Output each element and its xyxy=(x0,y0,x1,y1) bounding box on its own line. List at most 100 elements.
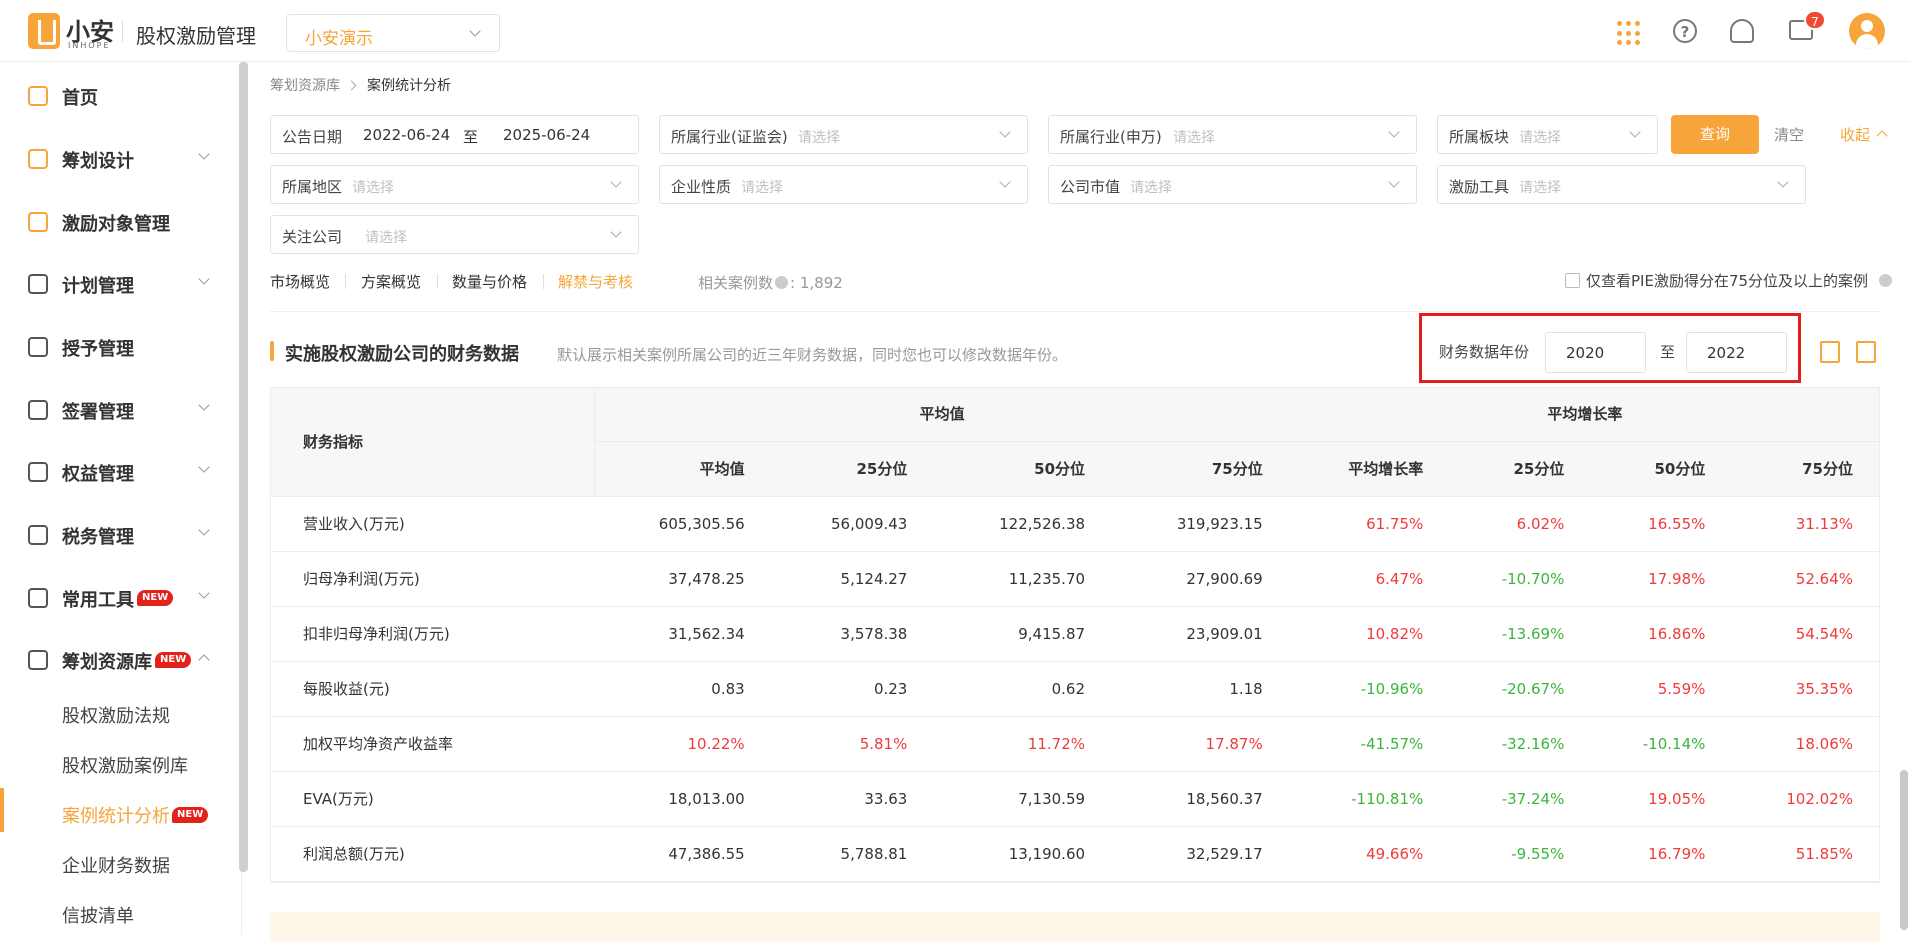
value-cell: -41.57% xyxy=(1289,716,1451,772)
sidebar-item-planning-design[interactable]: 筹划设计 xyxy=(0,131,236,187)
breadcrumb-parent[interactable]: 筹划资源库 xyxy=(270,78,340,94)
help-icon[interactable]: ? xyxy=(1673,19,1697,43)
value-cell: 10.22% xyxy=(594,716,772,772)
column-header: 25分位 xyxy=(771,441,935,497)
chevron-down-icon xyxy=(999,126,1011,138)
sw-industry-label: 所属行业(申万) xyxy=(1060,128,1162,146)
tab-plan-overview[interactable]: 方案概览 xyxy=(361,271,421,292)
value-cell: 605,305.56 xyxy=(594,496,772,552)
tax-icon xyxy=(28,525,48,545)
value-cell: 23,909.01 xyxy=(1112,606,1290,662)
sidebar-subitem-case-statistics[interactable]: 案例统计分析 xyxy=(62,802,170,828)
market-cap-select[interactable]: 公司市值 请选择 xyxy=(1048,165,1417,204)
year-to-input[interactable]: 2022 xyxy=(1686,332,1787,373)
clear-button[interactable]: 清空 xyxy=(1774,124,1804,145)
tab-market-overview[interactable]: 市场概览 xyxy=(270,271,330,292)
value-cell: 102.02% xyxy=(1732,771,1880,827)
sidebar-item-equity-management[interactable]: 权益管理 xyxy=(0,444,236,500)
apps-grid-icon[interactable] xyxy=(1617,21,1643,47)
customer-service-icon[interactable] xyxy=(1730,19,1754,43)
csrc-industry-label: 所属行业(证监会) xyxy=(671,128,788,146)
value-cell: 47,386.55 xyxy=(594,826,772,882)
sidebar-item-home[interactable]: 首页 xyxy=(0,68,236,124)
sidebar-item-common-tools[interactable]: 常用工具 NEW xyxy=(0,570,236,626)
chevron-down-icon xyxy=(1777,176,1789,188)
date-to-input[interactable]: 2025-06-24 xyxy=(503,126,590,144)
sidebar-subitem-financial-data[interactable]: 企业财务数据 xyxy=(62,852,170,878)
follow-company-select[interactable]: 关注公司 请选择 xyxy=(270,215,639,254)
toolbox-icon xyxy=(28,588,48,608)
value-cell: 16.79% xyxy=(1591,826,1733,882)
export-excel-icon[interactable] xyxy=(1820,341,1840,363)
value-cell: 54.54% xyxy=(1732,606,1880,662)
value-cell: 56,009.43 xyxy=(771,496,935,552)
logo-icon xyxy=(28,13,60,49)
metric-cell: 扣非归母净利润(万元) xyxy=(270,606,594,662)
market-cap-placeholder: 请选择 xyxy=(1130,180,1172,196)
tab-unlock-assessment[interactable]: 解禁与考核 xyxy=(558,271,633,292)
table-row: 利润总额(万元) 47,386.55 5,788.81 13,190.60 32,529… xyxy=(270,826,1880,882)
value-cell: 37,478.25 xyxy=(594,551,772,607)
sidebar-subitem-disclosure-list[interactable]: 信披清单 xyxy=(62,902,134,928)
value-cell: 0.23 xyxy=(771,661,935,717)
column-header: 平均增长率 xyxy=(1289,441,1451,497)
nature-select[interactable]: 企业性质 请选择 xyxy=(659,165,1028,204)
column-header: 25分位 xyxy=(1450,441,1592,497)
sw-industry-select[interactable]: 所属行业(申万) 请选择 xyxy=(1048,115,1417,154)
date-range-field[interactable]: 公告日期 2022-06-24 至 2025-06-24 xyxy=(270,115,639,154)
sidebar-subitem-regulations[interactable]: 股权激励法规 xyxy=(62,702,170,728)
page-scrollbar[interactable] xyxy=(1900,770,1908,930)
case-count-label: 相关案例数 xyxy=(698,274,774,292)
divider xyxy=(122,20,123,42)
query-button[interactable]: 查询 xyxy=(1671,115,1759,154)
value-cell: -37.24% xyxy=(1450,771,1592,827)
value-cell: 5.81% xyxy=(771,716,935,772)
year-from-input[interactable]: 2020 xyxy=(1545,332,1646,373)
sidebar-item-sign-management[interactable]: 签署管理 xyxy=(0,382,236,438)
value-cell: 11.72% xyxy=(934,716,1113,772)
value-cell: 13,190.60 xyxy=(934,826,1113,882)
company-select[interactable]: 小安演示 xyxy=(286,14,500,52)
board-select[interactable]: 所属板块 请选择 xyxy=(1437,115,1658,154)
sidebar-item-resource-library[interactable]: 筹划资源库 NEW xyxy=(0,632,236,688)
pie-filter-option[interactable]: 仅查看PIE激励得分在75分位及以上的案例 xyxy=(1565,270,1894,291)
chevron-down-icon xyxy=(198,461,210,473)
region-select[interactable]: 所属地区 请选择 xyxy=(270,165,639,204)
sidebar-item-label: 计划管理 xyxy=(62,276,134,297)
chevron-down-icon xyxy=(198,273,210,285)
chevron-down-icon xyxy=(610,226,622,238)
export-image-icon[interactable] xyxy=(1856,341,1876,363)
value-cell: 3,578.38 xyxy=(771,606,935,662)
chevron-right-icon xyxy=(346,80,357,91)
collapse-toggle[interactable]: 收起 xyxy=(1840,124,1888,145)
sidebar-scrollbar[interactable] xyxy=(239,62,248,872)
value-cell: -10.96% xyxy=(1289,661,1451,717)
section-description: 默认展示相关案例所属公司的近三年财务数据，同时您也可以修改数据年份。 xyxy=(557,346,1068,364)
value-cell: -10.70% xyxy=(1450,551,1592,607)
sidebar-item-incentive-targets[interactable]: 激励对象管理 xyxy=(0,194,236,250)
sidebar-item-grant-management[interactable]: 授予管理 xyxy=(0,319,236,375)
value-cell: 5,788.81 xyxy=(771,826,935,882)
tool-select[interactable]: 激励工具 请选择 xyxy=(1437,165,1806,204)
chevron-down-icon xyxy=(198,587,210,599)
sidebar-item-tax-management[interactable]: 税务管理 xyxy=(0,507,236,563)
chevron-up-icon xyxy=(198,654,210,666)
avatar[interactable] xyxy=(1849,13,1885,49)
csrc-industry-select[interactable]: 所属行业(证监会) 请选择 xyxy=(659,115,1028,154)
pie-filter-checkbox[interactable] xyxy=(1565,273,1580,288)
tab-quantity-price[interactable]: 数量与价格 xyxy=(452,271,527,292)
info-icon[interactable] xyxy=(1878,274,1892,287)
sidebar-item-plan-management[interactable]: 计划管理 xyxy=(0,256,236,312)
date-from-input[interactable]: 2022-06-24 xyxy=(363,126,450,144)
info-icon[interactable] xyxy=(775,276,789,289)
grant-icon xyxy=(28,337,48,357)
value-cell: -20.67% xyxy=(1450,661,1592,717)
region-label: 所属地区 xyxy=(282,178,343,196)
tool-placeholder: 请选择 xyxy=(1519,180,1561,196)
app-title: 股权激励管理 xyxy=(136,24,256,48)
value-cell: 5,124.27 xyxy=(771,551,935,607)
sidebar-subitem-case-library[interactable]: 股权激励案例库 xyxy=(62,752,188,778)
value-cell: 61.75% xyxy=(1289,496,1451,552)
value-cell: 16.55% xyxy=(1591,496,1733,552)
sidebar-item-label: 激励对象管理 xyxy=(62,214,170,235)
